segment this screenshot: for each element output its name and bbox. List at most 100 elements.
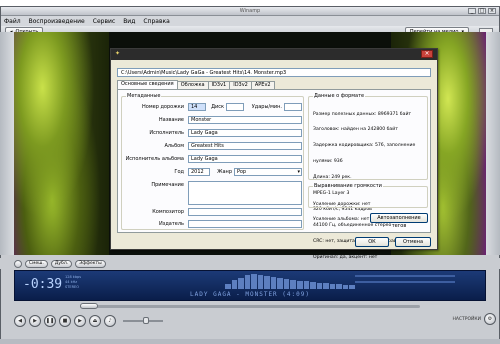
spectrum-bar xyxy=(329,283,336,289)
play-button[interactable]: ▶ xyxy=(29,315,41,327)
winamp-logo-icon: ✦ xyxy=(115,50,121,57)
player-titlebar[interactable]: Winamp _ □ × xyxy=(1,7,499,16)
speaker-icon: ♪ xyxy=(108,318,112,324)
minimize-button[interactable]: _ xyxy=(468,8,476,14)
spectrum-bar xyxy=(290,279,297,289)
volume-knob[interactable] xyxy=(143,317,149,324)
gain-line: Усиление дорожки: нет xyxy=(313,201,371,207)
year-input[interactable]: 2012 xyxy=(188,168,210,176)
spectrum-bar xyxy=(323,283,329,289)
tab-apev2[interactable]: APEv2 xyxy=(250,81,275,89)
album-artist-label: Исполнитель альбома xyxy=(125,156,184,162)
tab-basic-info[interactable]: Основные сведения xyxy=(117,80,178,89)
volume-slider[interactable] xyxy=(123,317,163,324)
ok-button[interactable]: ОК xyxy=(355,237,389,247)
previous-button[interactable]: ◀ xyxy=(14,315,26,327)
tab-id3v1[interactable]: ID3v1 xyxy=(207,81,231,89)
dialog-close-button[interactable]: × xyxy=(421,50,433,58)
genre-label: Жанр xyxy=(217,169,232,175)
title-input[interactable]: Monster xyxy=(188,116,302,124)
replay-gain-details: Усиление дорожки: нет Усиление альбома: … xyxy=(313,191,370,233)
spectrum-bar xyxy=(342,284,349,289)
stream-info: 128 kbps 44 kHz STEREO xyxy=(65,275,105,290)
spectrum-bar xyxy=(277,277,283,289)
close-button[interactable]: × xyxy=(488,8,496,14)
spectrum-bar xyxy=(244,275,251,289)
options-dot-button[interactable] xyxy=(14,259,22,268)
album-artist-input[interactable]: Lady Gaga xyxy=(188,155,302,163)
stop-button[interactable]: ■ xyxy=(59,315,71,327)
track-title: LADY GAGA - MONSTER (4:09) xyxy=(190,291,310,298)
transport-controls: ◀ ▶ ❚❚ ■ ▶ ⏏ ♪ xyxy=(14,313,486,329)
menu-file[interactable]: Файл xyxy=(4,18,21,25)
volume-bar[interactable] xyxy=(355,275,455,277)
window-title: Winamp xyxy=(239,8,261,14)
right-controls: НАСТРОЙКИ ⚙ xyxy=(452,313,496,325)
video-frame-left xyxy=(14,32,109,255)
genre-value: Pop xyxy=(237,169,247,175)
artist-label: Исполнитель xyxy=(149,130,184,136)
shuffle-button[interactable]: Смеш. xyxy=(25,259,48,268)
menu-tools[interactable]: Сервис xyxy=(93,18,115,25)
file-path-field[interactable]: C:\Users\Admin\Music\Lady GaGa - Greates… xyxy=(117,68,431,77)
album-input[interactable]: Greatest Hits xyxy=(188,142,302,150)
spectrum-bar xyxy=(251,273,257,289)
pause-button[interactable]: ❚❚ xyxy=(44,315,56,327)
settings-label[interactable]: НАСТРОЙКИ xyxy=(452,317,481,322)
spectrum-bar xyxy=(270,277,277,289)
tab-id3v2[interactable]: ID3v2 xyxy=(229,81,252,89)
open-file-button[interactable]: ⏏ xyxy=(89,315,101,327)
format-line: Заголовок: найден на 242800 байт xyxy=(313,127,398,133)
artist-input[interactable]: Lady Gaga xyxy=(188,129,302,137)
next-button[interactable]: ▶ xyxy=(74,315,86,327)
replay-gain-group-label: Выравнивание громкости xyxy=(313,183,383,189)
channels-text: STEREO xyxy=(65,285,79,289)
cancel-button[interactable]: Отмена xyxy=(395,237,431,247)
settings-button[interactable]: ⚙ xyxy=(484,313,496,325)
mute-button[interactable]: ♪ xyxy=(104,315,116,327)
effects-button[interactable]: Эффекты xyxy=(75,259,106,268)
time-readout[interactable]: -0:39 xyxy=(23,277,62,292)
menu-view[interactable]: Вид xyxy=(123,18,135,25)
maximize-button[interactable]: □ xyxy=(478,8,486,14)
options-row: Смеш. Дубл. Эффекты xyxy=(0,258,500,269)
publisher-input[interactable] xyxy=(188,220,302,228)
tab-cover[interactable]: Обложка xyxy=(176,81,209,89)
right-frame xyxy=(486,32,500,255)
metadata-group-label: Метаданные xyxy=(126,93,162,99)
publisher-label: Издатель xyxy=(158,221,184,227)
spectrum-bar xyxy=(238,277,244,289)
spectrum-bar xyxy=(264,276,270,289)
spectrum-bar xyxy=(303,281,310,289)
seek-bar[interactable] xyxy=(80,305,420,308)
balance-bar[interactable] xyxy=(355,281,455,283)
bpm-input[interactable] xyxy=(284,103,302,111)
dialog-titlebar[interactable]: ✦ × xyxy=(111,49,437,60)
track-number-input[interactable]: 14 xyxy=(188,103,206,111)
disc-input[interactable] xyxy=(226,103,244,111)
window-controls: _ □ × xyxy=(468,8,496,14)
file-info-dialog: ✦ × C:\Users\Admin\Music\Lady GaGa - Gre… xyxy=(110,48,438,260)
comment-label: Примечание xyxy=(151,182,184,188)
menu-playback[interactable]: Воспроизведение xyxy=(29,18,85,25)
gain-line: Усиление альбома: нет xyxy=(313,217,370,223)
spectrum-bar xyxy=(283,279,290,289)
repeat-button[interactable]: Дубл. xyxy=(50,259,73,268)
autofill-tags-button[interactable]: Автозаполнение тегов xyxy=(370,213,428,229)
genre-select[interactable]: Pop ▾ xyxy=(234,168,302,176)
stop-icon: ■ xyxy=(62,318,68,324)
comment-textarea[interactable] xyxy=(188,181,302,205)
spectrum-bar xyxy=(310,281,316,289)
format-line: нулями: 936 xyxy=(313,159,343,165)
seek-thumb[interactable] xyxy=(80,303,98,309)
spectrum-bar xyxy=(349,285,355,289)
composer-input[interactable] xyxy=(188,208,302,216)
replay-gain-group: Выравнивание громкости Усиление дорожки:… xyxy=(308,183,428,222)
metadata-group: Метаданные Номер дорожки 14 Диск Удары/м… xyxy=(121,93,304,230)
track-number-label: Номер дорожки xyxy=(142,104,184,110)
menu-bar: Файл Воспроизведение Сервис Вид Справка xyxy=(1,16,499,26)
gear-icon: ⚙ xyxy=(487,316,493,322)
spectrum-bar xyxy=(231,280,238,289)
menu-help[interactable]: Справка xyxy=(143,18,169,25)
spectrum-bar xyxy=(316,282,323,289)
